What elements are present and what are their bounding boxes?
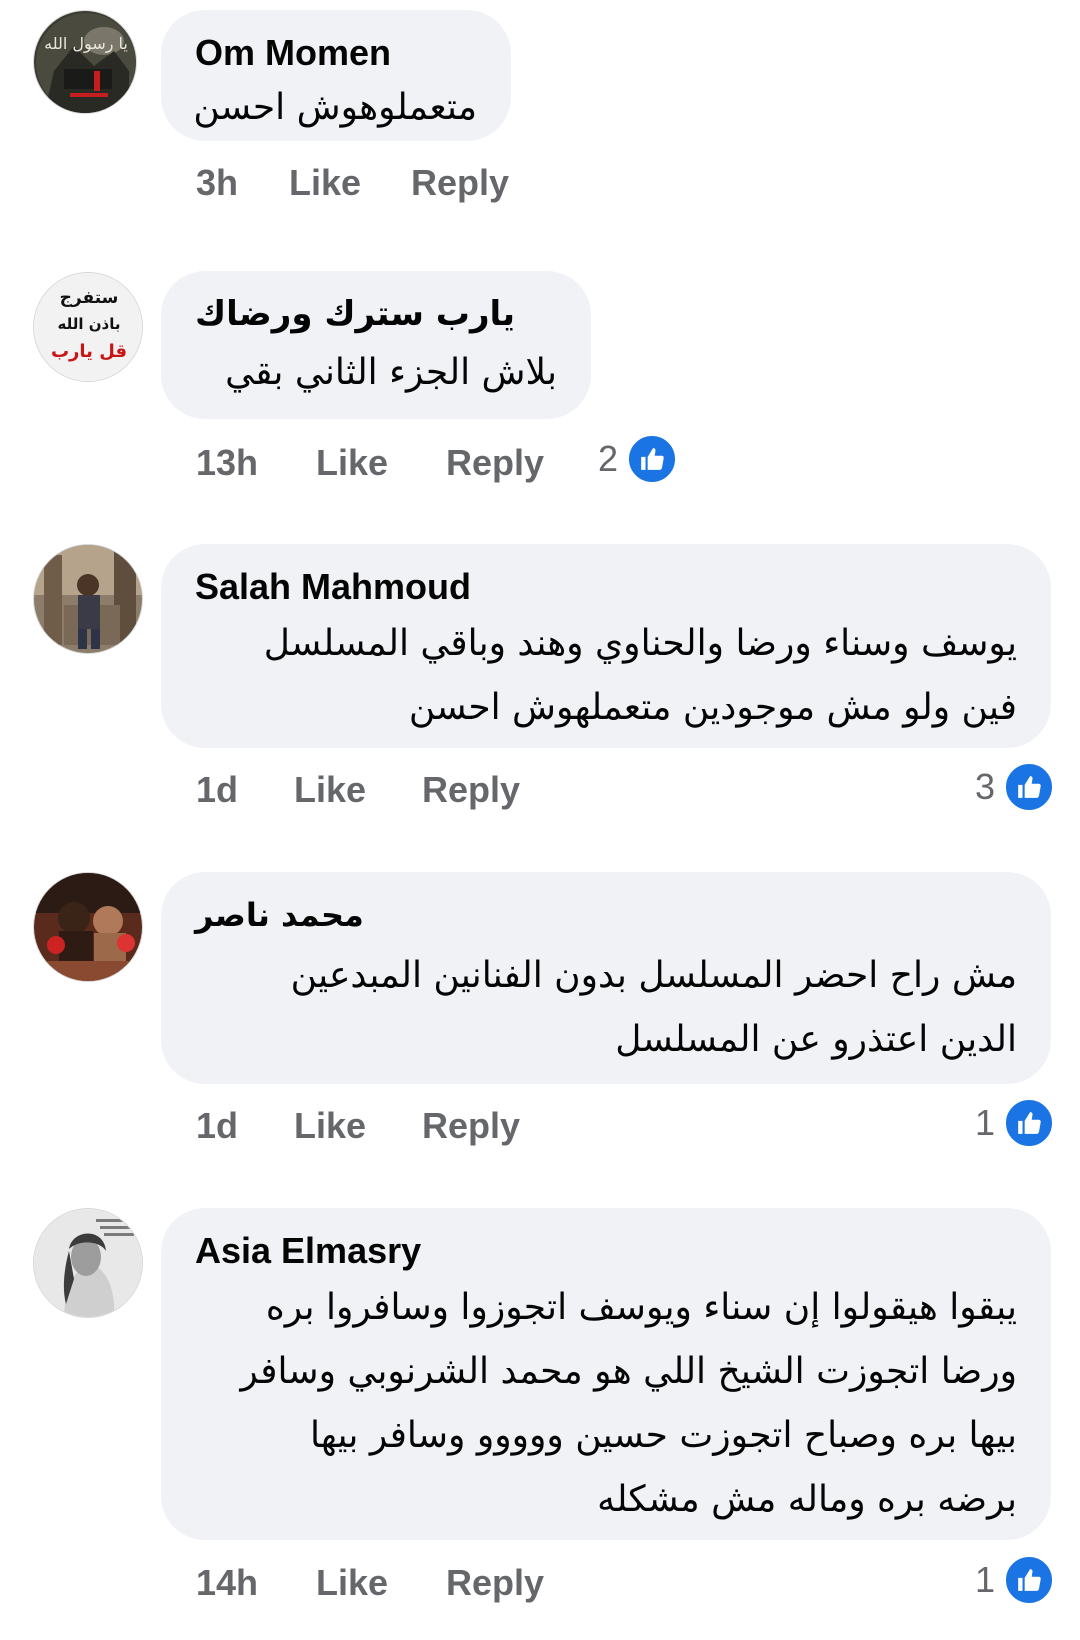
comment-text: مش راح احضر المسلسل بدون الفنانين المبدع…: [195, 944, 1017, 1072]
reply-button[interactable]: Reply: [446, 442, 544, 484]
comment-bubble: Asia Elmasry يبقوا هيقولوا إن سناء ويوسف…: [161, 1208, 1051, 1540]
reaction-summary[interactable]: 1: [975, 1554, 1056, 1606]
reaction-summary[interactable]: 3: [975, 761, 1056, 813]
comment-text-line: برضه بره وماله مش مشكله: [597, 1479, 1017, 1520]
comment-author[interactable]: محمد ناصر: [195, 894, 1017, 936]
avatar[interactable]: [33, 544, 143, 654]
avatar[interactable]: ستفرج باذن الله قل يارب: [33, 272, 143, 382]
avatar-text: يا رسول الله: [44, 34, 128, 54]
comment-text-line: متعملوهوش احسن: [193, 87, 477, 128]
avatar[interactable]: [33, 1208, 143, 1318]
thumbs-up-icon: [1003, 761, 1056, 813]
like-button[interactable]: Like: [294, 1105, 366, 1147]
reaction-count: 3: [975, 766, 996, 807]
reaction-count: 1: [975, 1559, 996, 1600]
avatar[interactable]: [33, 872, 143, 982]
comment-bubble: Om Momen متعملوهوش احسن: [161, 10, 511, 141]
avatar-text-line: قل يارب: [51, 341, 127, 362]
comment-bubble: يارب سترك ورضاك بلاش الجزء الثاني بقي: [161, 271, 591, 419]
like-button[interactable]: Like: [316, 442, 388, 484]
like-button[interactable]: Like: [316, 1562, 388, 1604]
reply-button[interactable]: Reply: [446, 1562, 544, 1604]
comment-text-line: يوسف وسناء ورضا والحناوي وهند وباقي المس…: [263, 623, 1017, 664]
like-button[interactable]: Like: [289, 162, 361, 204]
comment-time[interactable]: 14h: [196, 1562, 258, 1604]
comment-text-line: الدين اعتذرو عن المسلسل: [615, 1019, 1017, 1060]
comment-author[interactable]: Om Momen: [195, 32, 477, 74]
comment-text-line: بيها بره وصباح اتجوزت حسين ووووو وسافر ب…: [309, 1415, 1017, 1456]
comment-bubble: Salah Mahmoud يوسف وسناء ورضا والحناوي و…: [161, 544, 1051, 748]
avatar-text-line: باذن الله: [58, 315, 121, 333]
thumbs-up-icon: [626, 433, 679, 485]
comment-text-line: بلاش الجزء الثاني بقي: [225, 352, 557, 393]
avatar-text-line: ستفرج: [60, 288, 119, 308]
comment-text-line: فين ولو مش موجودين متعملهوش احسن: [408, 687, 1017, 728]
comment-bubble: محمد ناصر مش راح احضر المسلسل بدون الفنا…: [161, 872, 1051, 1084]
reply-button[interactable]: Reply: [411, 162, 509, 204]
comment-text-line: يبقوا هيقولوا إن سناء ويوسف اتجوزوا وساف…: [265, 1287, 1017, 1328]
thumbs-up-icon: [1003, 1097, 1056, 1149]
comment-author[interactable]: Salah Mahmoud: [195, 566, 1017, 608]
comment-time[interactable]: 1d: [196, 769, 238, 811]
comment-text-line: ورضا اتجوزت الشيخ اللي هو محمد الشرنوبي …: [240, 1351, 1017, 1392]
comment-text-line: مش راح احضر المسلسل بدون الفنانين المبدع…: [290, 955, 1017, 996]
thumbs-up-icon: [1003, 1554, 1056, 1606]
comment-time[interactable]: 3h: [196, 162, 238, 204]
comment-text: متعملوهوش احسن: [193, 76, 477, 140]
reaction-summary[interactable]: 2: [598, 433, 679, 485]
reaction-count: 1: [975, 1102, 996, 1143]
comment-text: يبقوا هيقولوا إن سناء ويوسف اتجوزوا وساف…: [195, 1276, 1017, 1532]
comment-text: يوسف وسناء ورضا والحناوي وهند وباقي المس…: [195, 612, 1017, 740]
reaction-count: 2: [598, 438, 619, 479]
comment-author[interactable]: يارب سترك ورضاك: [195, 293, 557, 335]
comment-time[interactable]: 13h: [196, 442, 258, 484]
like-button[interactable]: Like: [294, 769, 366, 811]
reply-button[interactable]: Reply: [422, 769, 520, 811]
reply-button[interactable]: Reply: [422, 1105, 520, 1147]
comment-text: بلاش الجزء الثاني بقي: [195, 341, 557, 405]
comment-author[interactable]: Asia Elmasry: [195, 1230, 1017, 1272]
comment-time[interactable]: 1d: [196, 1105, 238, 1147]
reaction-summary[interactable]: 1: [975, 1097, 1056, 1149]
avatar[interactable]: يا رسول الله: [33, 10, 137, 114]
